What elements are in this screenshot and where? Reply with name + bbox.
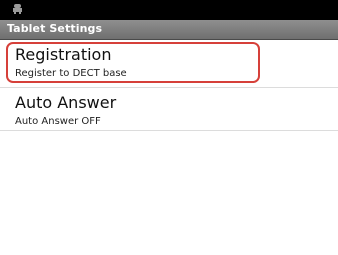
setting-item-registration[interactable]: Registration Register to DECT base [0, 40, 338, 88]
setting-item-auto-answer[interactable]: Auto Answer Auto Answer OFF [0, 88, 338, 131]
setting-title: Registration [15, 45, 112, 64]
page-title: Tablet Settings [7, 22, 103, 35]
settings-list: Registration Register to DECT base Auto … [0, 40, 338, 131]
setting-summary: Register to DECT base [15, 68, 127, 79]
status-bar [0, 0, 338, 20]
setting-summary: Auto Answer OFF [15, 116, 101, 127]
setting-title: Auto Answer [15, 93, 117, 112]
android-icon [13, 4, 22, 14]
title-bar: Tablet Settings [0, 20, 338, 40]
